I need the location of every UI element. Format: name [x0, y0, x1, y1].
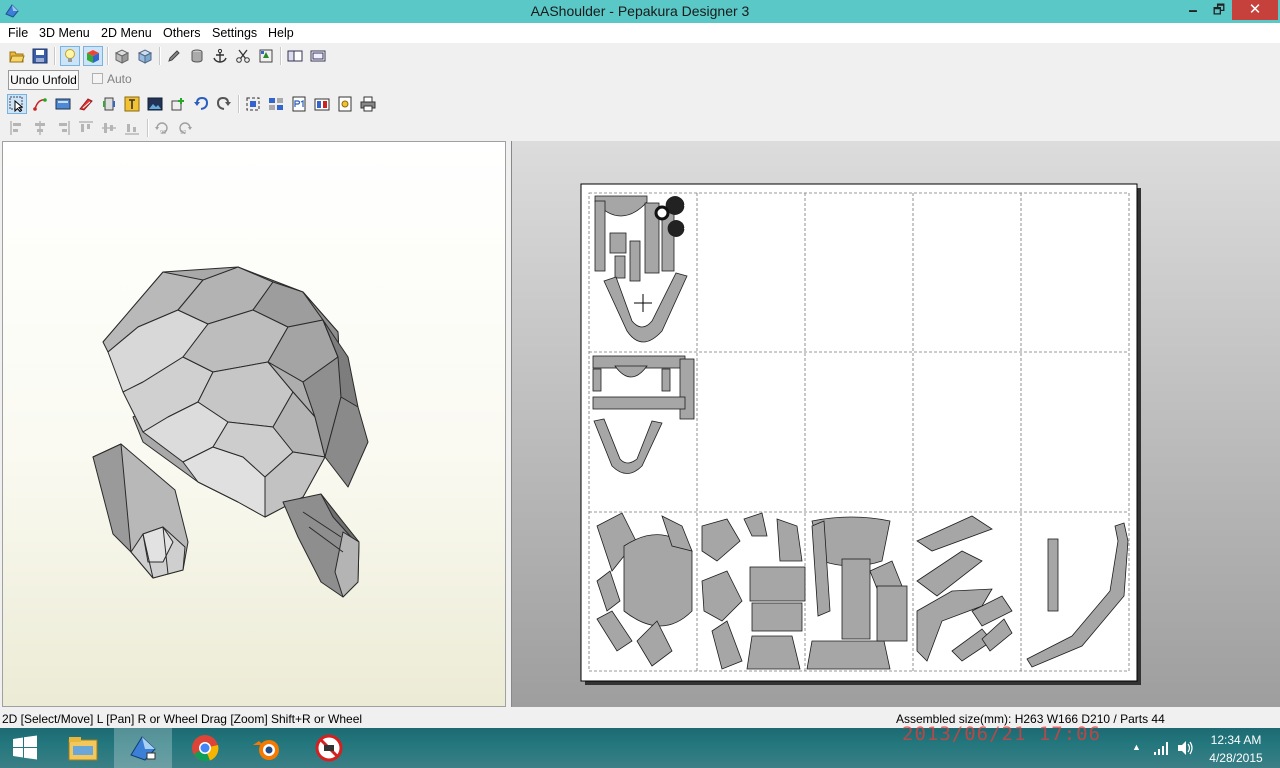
print-icon[interactable] [358, 94, 378, 114]
2d-paper-layout[interactable] [512, 141, 1280, 707]
undo-unfold-button[interactable]: Undo Unfold [8, 70, 79, 90]
arrange-parts-icon[interactable] [266, 94, 286, 114]
toolbar-separator [280, 47, 282, 65]
cylinder-icon[interactable] [187, 46, 207, 66]
tray-overflow-arrow[interactable]: ▲ [1132, 742, 1141, 752]
auto-checkbox[interactable] [92, 73, 103, 84]
add-part-icon[interactable] [168, 94, 188, 114]
toolbar-separator [54, 47, 56, 65]
anchor-icon[interactable] [210, 46, 230, 66]
align-toolbar: 90 90 [0, 116, 200, 140]
volume-icon[interactable] [1177, 740, 1195, 756]
rotate-part-icon[interactable] [53, 94, 73, 114]
pepakura-taskbar-icon[interactable] [114, 728, 172, 768]
single-view-icon[interactable] [285, 46, 305, 66]
page-layout-icon[interactable] [312, 94, 332, 114]
toolbar-separator [238, 95, 240, 113]
save-icon[interactable] [30, 46, 50, 66]
main-toolbar [0, 44, 340, 68]
preview-icon[interactable] [335, 94, 355, 114]
close-button[interactable]: ✕ [1232, 0, 1278, 20]
align-center-h-icon[interactable] [30, 118, 50, 138]
select-move-icon[interactable] [7, 94, 27, 114]
rotate-cw-90-icon[interactable]: 90 [175, 118, 195, 138]
align-top-icon[interactable] [76, 118, 96, 138]
pencil-icon[interactable] [164, 46, 184, 66]
texture-cube-icon[interactable] [83, 46, 103, 66]
join-edges-icon[interactable] [30, 94, 50, 114]
align-bottom-icon[interactable] [122, 118, 142, 138]
align-right-icon[interactable] [53, 118, 73, 138]
clock-time[interactable]: 12:34 AM [1208, 733, 1264, 747]
title-bar: AAShoulder - Pepakura Designer 3 🗕 🗗 ✕ [0, 0, 1280, 23]
2d-view-pane[interactable] [511, 141, 1280, 707]
zoom-fit-icon[interactable] [243, 94, 263, 114]
scissors-icon[interactable] [233, 46, 253, 66]
maximize-button[interactable]: 🗗 [1206, 0, 1232, 20]
blocked-app-icon[interactable] [300, 728, 358, 768]
wire-cube-icon[interactable] [112, 46, 132, 66]
network-signal-icon[interactable] [1153, 740, 1171, 756]
image-tool-icon[interactable] [145, 94, 165, 114]
dual-view-icon[interactable] [308, 46, 328, 66]
blender-icon[interactable] [238, 728, 296, 768]
auto-label: Auto [107, 72, 132, 86]
menu-file[interactable]: File [8, 23, 28, 43]
shaded-cube-icon[interactable] [135, 46, 155, 66]
open-file-icon[interactable] [7, 46, 27, 66]
toolbar-separator [159, 47, 161, 65]
page-number-icon[interactable] [289, 94, 309, 114]
svg-text:90: 90 [160, 130, 166, 136]
chrome-icon[interactable] [176, 728, 234, 768]
align-center-v-icon[interactable] [99, 118, 119, 138]
minimize-button[interactable]: 🗕 [1180, 0, 1206, 20]
undo-icon[interactable] [191, 94, 211, 114]
menu-settings[interactable]: Settings [212, 23, 257, 43]
edge-id-icon[interactable] [256, 46, 276, 66]
flap-shape-icon[interactable] [99, 94, 119, 114]
redo-icon[interactable] [214, 94, 234, 114]
menu-2d[interactable]: 2D Menu [101, 23, 152, 43]
date-stamp-watermark: 2013/06/21 17:06 [902, 723, 1102, 745]
3d-view-pane[interactable] [2, 141, 506, 707]
menu-3d[interactable]: 3D Menu [39, 23, 90, 43]
menu-help[interactable]: Help [268, 23, 294, 43]
edit-flaps-icon[interactable] [76, 94, 96, 114]
windows-start-icon[interactable] [0, 728, 50, 768]
menu-bar: File 3D Menu 2D Menu Others Settings Hel… [0, 23, 1280, 43]
rotate-ccw-90-icon[interactable]: 90 [152, 118, 172, 138]
menu-others[interactable]: Others [163, 23, 201, 43]
light-bulb-icon[interactable] [60, 46, 80, 66]
3d-model-view[interactable] [3, 142, 505, 706]
toolbar-separator [107, 47, 109, 65]
clock-date[interactable]: 4/28/2015 [1204, 751, 1268, 765]
file-explorer-icon[interactable] [54, 728, 112, 768]
svg-text:90: 90 [180, 130, 186, 136]
toolbar-separator [147, 119, 149, 137]
text-tool-icon[interactable] [122, 94, 142, 114]
window-title: AAShoulder - Pepakura Designer 3 [530, 3, 750, 19]
status-mode-text: 2D [Select/Move] L [Pan] R or Wheel Drag… [2, 712, 363, 726]
2d-toolbar [0, 92, 385, 116]
align-left-icon[interactable] [7, 118, 27, 138]
